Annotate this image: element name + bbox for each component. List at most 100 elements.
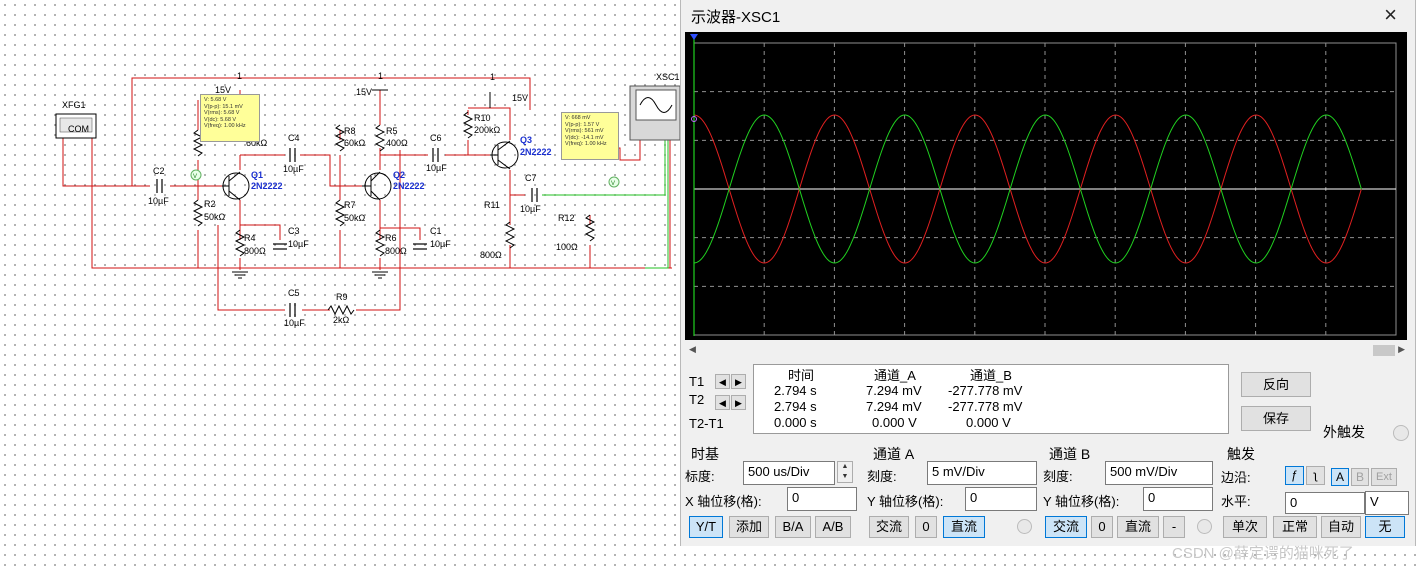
single-mode-button[interactable]: 单次 [1223, 516, 1267, 538]
probe-2-readout[interactable]: V: 668 mV V(p-p): 1.57 V V(rms): 561 mV … [561, 112, 619, 160]
spin-up-icon: ▲ [841, 463, 849, 470]
q3-value: 2N2222 [520, 147, 552, 157]
ext-trigger-label: 外触发 [1323, 424, 1365, 440]
q2-name: Q2 [393, 170, 405, 180]
t1-left-arrow-icon[interactable]: ◀ [715, 374, 730, 389]
r6-name: R6 [385, 233, 397, 243]
ab-mode-button[interactable]: A/B [815, 516, 851, 538]
none-mode-button[interactable]: 无 [1365, 516, 1405, 538]
channel-a-radio[interactable] [1017, 519, 1032, 534]
channel-b-zero-button[interactable]: 0 [1091, 516, 1113, 538]
channel-b-scale-input[interactable]: 500 mV/Div [1105, 461, 1213, 485]
oscilloscope-window[interactable]: 示波器-XSC1 × ◀ ▶ T1 T2 T2-T1 ◀ ▶ ◀ ▶ 时间 通道… [680, 0, 1416, 546]
t2-right-arrow-icon[interactable]: ▶ [731, 395, 746, 410]
header-channel-a: 通道_A [874, 368, 916, 383]
r12-value: 100Ω [556, 242, 578, 252]
trigger-title: 触发 [1227, 446, 1255, 462]
reverse-button[interactable]: 反向 [1241, 372, 1311, 397]
timebase-title: 时基 [691, 446, 719, 462]
normal-mode-button[interactable]: 正常 [1273, 516, 1317, 538]
t1-time: 2.794 s [774, 383, 817, 398]
r7-value: 50kΩ [344, 213, 366, 223]
cursor-readout-table: 时间 通道_A 通道_B 2.794 s 7.294 mV -277.778 m… [753, 364, 1229, 434]
x-position-input[interactable]: 0 [787, 487, 857, 511]
channel-b-ypos-label: Y 轴位移(格): [1043, 494, 1120, 509]
r8-name: R8 [344, 126, 356, 136]
t1-label: T1 [689, 374, 705, 389]
rising-edge-icon[interactable]: ƒ [1285, 466, 1304, 485]
timebase-spinner[interactable]: ▲ ▼ [837, 461, 853, 483]
r2-value: 50kΩ [204, 212, 226, 222]
scrollbar-thumb[interactable] [1373, 345, 1395, 356]
channel-b-minus-button[interactable]: - [1163, 516, 1185, 538]
channel-a-ypos-input[interactable]: 0 [965, 487, 1037, 511]
node-label-3: 1 [490, 72, 495, 82]
header-channel-b: 通道_B [970, 368, 1012, 383]
auto-mode-button[interactable]: 自动 [1321, 516, 1361, 538]
trigger-source-b-button[interactable]: B [1351, 468, 1369, 486]
circuit-diagram[interactable]: XFG1 COM XSC1 15V 15V 15V 1 1 1 C2 10µF … [0, 0, 680, 572]
watermark: CSDN @薛定谔的猫咪死了 [1172, 545, 1354, 562]
trigger-level-label: 水平: [1221, 494, 1251, 509]
falling-edge-icon[interactable]: ʅ [1306, 466, 1325, 485]
channel-b-scale-label: 刻度: [1043, 469, 1073, 484]
c6-value: 10µF [426, 163, 447, 173]
channel-b-ypos-input[interactable]: 0 [1143, 487, 1213, 511]
ba-mode-button[interactable]: B/A [775, 516, 811, 538]
c3-name: C3 [288, 226, 300, 236]
channel-b-radio[interactable] [1197, 519, 1212, 534]
c2-value: 10µF [148, 196, 169, 206]
trigger-level-unit-select[interactable]: V [1365, 491, 1409, 515]
horizontal-scrollbar[interactable]: ◀ ▶ [685, 342, 1407, 359]
r6-value: 800Ω [385, 246, 407, 256]
fg-com-label: COM [68, 124, 89, 134]
ext-trigger-radio[interactable] [1393, 425, 1409, 441]
vcc-label-2: 15V [356, 87, 372, 97]
r4-value: 800Ω [244, 246, 266, 256]
r2-name: R2 [204, 199, 216, 209]
delta-time: 0.000 s [774, 415, 817, 430]
close-icon[interactable]: × [1384, 2, 1397, 28]
scroll-left-icon[interactable]: ◀ [689, 344, 696, 355]
yt-mode-button[interactable]: Y/T [689, 516, 723, 538]
channel-a-ac-button[interactable]: 交流 [869, 516, 909, 538]
window-title: 示波器-XSC1 [691, 9, 781, 26]
q1-value: 2N2222 [251, 181, 283, 191]
r8-value: 60kΩ [344, 138, 366, 148]
channel-a-scale-input[interactable]: 5 mV/Div [927, 461, 1037, 485]
fg-label: XFG1 [62, 100, 86, 110]
q2-value: 2N2222 [393, 181, 425, 191]
t2-t1-label: T2-T1 [689, 416, 724, 431]
r10-value: 200kΩ [474, 125, 501, 135]
trigger-level-input[interactable]: 0 [1285, 492, 1365, 514]
save-button[interactable]: 保存 [1241, 406, 1311, 431]
c5-value: 10µF [284, 318, 305, 328]
trigger-source-ext-button[interactable]: Ext [1371, 468, 1397, 486]
r5-name: R5 [386, 126, 398, 136]
t2-channel-a: 7.294 mV [866, 399, 922, 414]
scope-screen[interactable] [685, 32, 1407, 340]
trigger-source-a-button[interactable]: A [1331, 468, 1349, 486]
t1-channel-a: 7.294 mV [866, 383, 922, 398]
t1-right-arrow-icon[interactable]: ▶ [731, 374, 746, 389]
header-time: 时间 [788, 368, 815, 383]
probe-1-readout[interactable]: V: 5.68 V V(p-p): 15.1 mV V(rms): 5.68 V… [200, 94, 260, 142]
r7-name: R7 [344, 200, 356, 210]
c1-name: C1 [430, 226, 442, 236]
c2-name: C2 [153, 166, 165, 176]
channel-a-dc-button[interactable]: 直流 [943, 516, 985, 538]
r4-name: R4 [244, 233, 256, 243]
q3-name: Q3 [520, 135, 532, 145]
t2-left-arrow-icon[interactable]: ◀ [715, 395, 730, 410]
add-mode-button[interactable]: 添加 [729, 516, 769, 538]
channel-a-zero-button[interactable]: 0 [915, 516, 937, 538]
channel-b-ac-button[interactable]: 交流 [1045, 516, 1087, 538]
t1-channel-b: -277.778 mV [948, 383, 1023, 398]
t2-time: 2.794 s [774, 399, 817, 414]
channel-b-dc-button[interactable]: 直流 [1117, 516, 1159, 538]
c3-value: 10µF [288, 239, 309, 249]
scroll-right-icon[interactable]: ▶ [1398, 344, 1405, 355]
c1-value: 10µF [430, 239, 451, 249]
timebase-scale-input[interactable]: 500 us/Div [743, 461, 835, 485]
channel-b-title: 通道 B [1049, 446, 1091, 462]
